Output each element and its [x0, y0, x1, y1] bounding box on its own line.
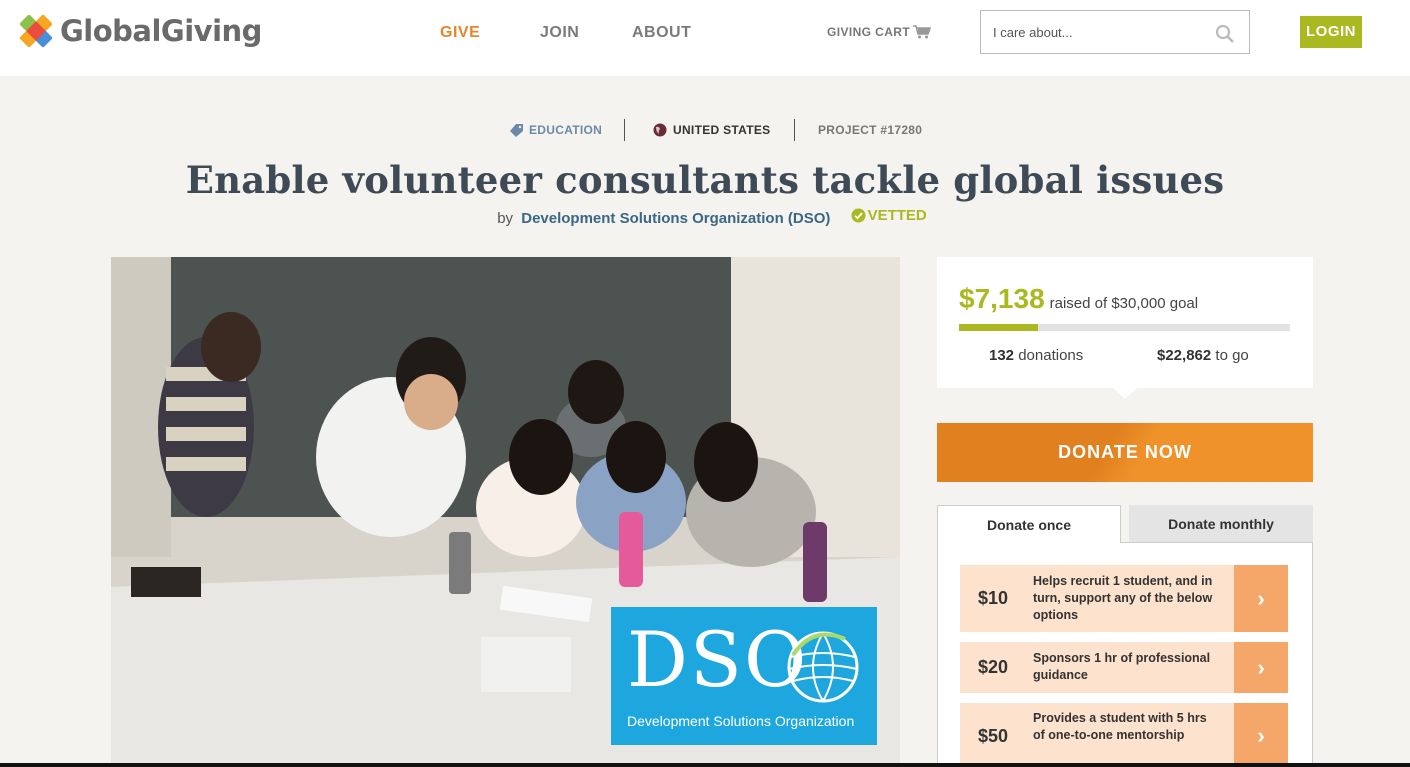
by-label: by: [497, 210, 514, 227]
raised-amount: $7,138: [959, 283, 1045, 314]
donation-option[interactable]: $50 Provides a student with 5 hrs of one…: [960, 703, 1288, 767]
option-amount: $50: [978, 726, 1009, 746]
chevron-right-icon[interactable]: ›: [1234, 703, 1288, 767]
category-link[interactable]: EDUCATION: [510, 123, 602, 137]
funding-progress-fill: [959, 324, 1038, 331]
globe-icon: [787, 631, 859, 703]
donate-now-button[interactable]: DONATE NOW: [937, 423, 1313, 482]
meta-divider: [794, 119, 795, 141]
project-meta: EDUCATION UNITED STATES PROJECT #17280: [0, 119, 1410, 143]
project-photo[interactable]: DSO Development Solutions Organization: [111, 257, 900, 767]
giving-cart-link[interactable]: GIVING CART: [827, 25, 932, 39]
dso-logo-text: DSO: [627, 615, 809, 704]
dso-logo-subtitle: Development Solutions Organization: [627, 713, 855, 729]
tab-donate-monthly[interactable]: Donate monthly: [1129, 505, 1313, 543]
nav-about[interactable]: ABOUT: [632, 24, 691, 42]
donations-count: 132 donations: [989, 347, 1083, 364]
search-box: [980, 10, 1250, 54]
organization-link[interactable]: Development Solutions Organization (DSO): [521, 210, 830, 227]
funding-stats: $7,138 raised of $30,000 goal 132 donati…: [937, 257, 1313, 399]
check-circle-icon: [851, 208, 866, 223]
option-description: Helps recruit 1 student, and in turn, su…: [1033, 574, 1213, 622]
option-amount: $20: [978, 657, 1009, 677]
brand-name: GlobalGiving: [60, 14, 262, 48]
giving-cart-label: GIVING CART: [827, 25, 911, 39]
remaining-label: to go: [1215, 347, 1249, 364]
chevron-right-icon[interactable]: ›: [1234, 565, 1288, 632]
logo-mark-icon: [19, 14, 54, 48]
dso-logo: DSO Development Solutions Organization: [611, 607, 877, 745]
vetted-badge[interactable]: VETTED: [851, 207, 927, 224]
country-label: UNITED STATES: [673, 123, 771, 137]
country-link[interactable]: UNITED STATES: [653, 123, 770, 137]
raised-label: raised of $30,000 goal: [1049, 295, 1199, 312]
option-description: Sponsors 1 hr of professional guidance: [1033, 651, 1211, 682]
nav-give[interactable]: GIVE: [440, 24, 480, 42]
vetted-label: VETTED: [867, 207, 927, 224]
search-icon[interactable]: [1215, 24, 1235, 44]
chevron-right-icon[interactable]: ›: [1234, 642, 1288, 693]
globalgiving-logo[interactable]: GlobalGiving: [19, 14, 262, 48]
donation-option[interactable]: $10 Helps recruit 1 student, and in turn…: [960, 565, 1288, 632]
login-button[interactable]: LOGIN: [1300, 16, 1362, 48]
cart-icon: [913, 25, 932, 39]
donation-option[interactable]: $20 Sponsors 1 hr of professional guidan…: [960, 642, 1288, 693]
nav-join[interactable]: JOIN: [540, 24, 579, 42]
project-title: Enable volunteer consultants tackle glob…: [185, 158, 1225, 202]
remaining-number: $22,862: [1157, 347, 1212, 364]
byline: by Development Solutions Organization (D…: [0, 207, 1410, 227]
tag-icon: [510, 123, 523, 137]
funding-progress-bar: [959, 324, 1290, 331]
remaining-amount: $22,862 to go: [1157, 347, 1249, 364]
globe-icon: [653, 123, 667, 137]
donations-label: donations: [1018, 347, 1084, 364]
page-bottom-edge: [0, 763, 1410, 767]
option-amount: $10: [978, 588, 1009, 608]
tab-donate-once[interactable]: Donate once: [937, 505, 1121, 543]
meta-divider: [624, 119, 625, 141]
option-description: Provides a student with 5 hrs of one-to-…: [1033, 711, 1207, 742]
raised-summary: $7,138 raised of $30,000 goal: [959, 283, 1198, 315]
category-label: EDUCATION: [529, 123, 603, 137]
donations-number: 132: [989, 347, 1015, 364]
search-input[interactable]: [981, 11, 1191, 53]
project-number: PROJECT #17280: [818, 123, 923, 137]
site-header: GlobalGiving GIVE JOIN ABOUT GIVING CART…: [0, 0, 1410, 76]
donation-options: $10 Helps recruit 1 student, and in turn…: [937, 542, 1313, 767]
